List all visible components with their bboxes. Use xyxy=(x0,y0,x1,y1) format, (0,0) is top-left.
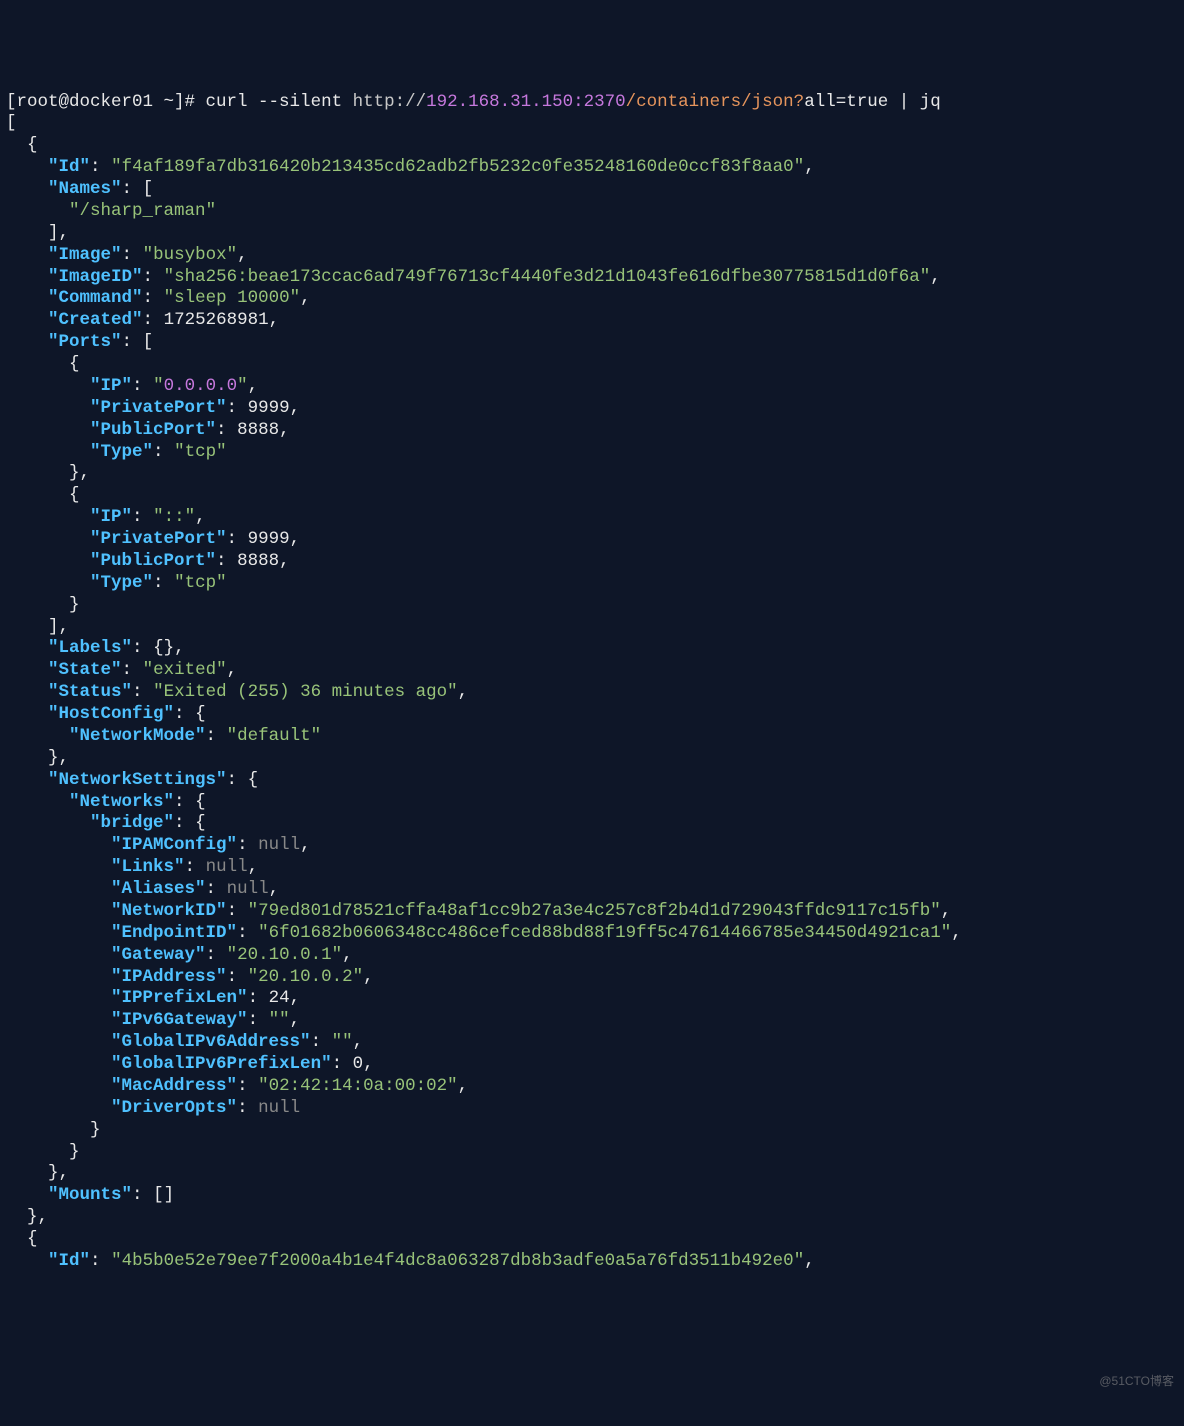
value-endpointid: 6f01682b0606348cc486cefced88bd88f19ff5c4… xyxy=(269,923,941,943)
value-port1-public: 8888 xyxy=(237,551,279,571)
key-privateport: "PrivatePort" xyxy=(90,529,227,549)
key-id: "Id" xyxy=(48,157,90,177)
key-ipprefixlen: "IPPrefixLen" xyxy=(111,988,248,1008)
key-gateway: "Gateway" xyxy=(111,945,206,965)
value-image: busybox xyxy=(153,245,227,265)
value-driveropts: null xyxy=(258,1098,300,1118)
key-publicport: "PublicPort" xyxy=(90,551,216,571)
value-port0-private: 9999 xyxy=(248,398,290,418)
url-query: all=true xyxy=(804,92,888,112)
key-privateport: "PrivatePort" xyxy=(90,398,227,418)
key-state: "State" xyxy=(48,660,122,680)
key-command: "Command" xyxy=(48,288,143,308)
key-publicport: "PublicPort" xyxy=(90,420,216,440)
value-ipprefixlen: 24 xyxy=(269,988,290,1008)
value-networkid: 79ed801d78521cffa48af1cc9b27a3e4c257c8f2… xyxy=(258,901,930,921)
value-port0-public: 8888 xyxy=(237,420,279,440)
key-networkid: "NetworkID" xyxy=(111,901,227,921)
key-image: "Image" xyxy=(48,245,122,265)
key-mounts: "Mounts" xyxy=(48,1185,132,1205)
key-links: "Links" xyxy=(111,857,185,877)
key-names: "Names" xyxy=(48,179,122,199)
key-endpointid: "EndpointID" xyxy=(111,923,237,943)
key-ip: "IP" xyxy=(90,507,132,527)
value-imageid: sha256:beae173ccac6ad749f76713cf4440fe3d… xyxy=(174,267,920,287)
value-port1-ip: :: xyxy=(164,507,185,527)
value-mounts: [] xyxy=(153,1185,174,1205)
key-id-next: "Id" xyxy=(48,1251,90,1271)
value-name-0: /sharp_raman xyxy=(80,201,206,221)
key-hostconfig: "HostConfig" xyxy=(48,704,174,724)
json-array-open: [ xyxy=(6,113,17,133)
value-networkmode: default xyxy=(237,726,311,746)
key-ipaddress: "IPAddress" xyxy=(111,967,227,987)
value-created: 1725268981 xyxy=(164,310,269,330)
value-ipaddress: 20.10.0.2 xyxy=(258,967,353,987)
value-labels: {}, xyxy=(153,638,185,658)
value-aliases: null xyxy=(227,879,269,899)
value-macaddress: 02:42:14:0a:00:02 xyxy=(269,1076,448,1096)
key-ports: "Ports" xyxy=(48,332,122,352)
value-port0-ip: 0.0.0.0 xyxy=(164,376,238,396)
value-state: exited xyxy=(153,660,216,680)
json-obj-open: { xyxy=(27,135,38,155)
watermark: @51CTO博客 xyxy=(1099,1374,1174,1389)
key-ip: "IP" xyxy=(90,376,132,396)
value-command: sleep 10000 xyxy=(174,288,290,308)
key-networksettings: "NetworkSettings" xyxy=(48,770,227,790)
value-port1-private: 9999 xyxy=(248,529,290,549)
key-ipv6gateway: "IPv6Gateway" xyxy=(111,1010,248,1030)
key-labels: "Labels" xyxy=(48,638,132,658)
value-ipamconfig: null xyxy=(258,835,300,855)
shell-prompt: [root@docker01 ~]# xyxy=(6,92,195,112)
pipe-jq: | jq xyxy=(888,92,941,112)
key-created: "Created" xyxy=(48,310,143,330)
value-links: null xyxy=(206,857,248,877)
terminal-output: [root@docker01 ~]# curl --silent http://… xyxy=(6,92,1178,1273)
key-macaddress: "MacAddress" xyxy=(111,1076,237,1096)
key-networkmode: "NetworkMode" xyxy=(69,726,206,746)
value-gateway: 20.10.0.1 xyxy=(237,945,332,965)
key-aliases: "Aliases" xyxy=(111,879,206,899)
value-globalipv6prefixlen: 0 xyxy=(353,1054,364,1074)
key-driveropts: "DriverOpts" xyxy=(111,1098,237,1118)
key-status: "Status" xyxy=(48,682,132,702)
key-type: "Type" xyxy=(90,573,153,593)
url-scheme: http:// xyxy=(353,92,427,112)
value-port1-type: tcp xyxy=(185,573,217,593)
value-port0-type: tcp xyxy=(185,442,217,462)
value-id-next: 4b5b0e52e79ee7f2000a4b1e4f4dc8a063287db8… xyxy=(122,1251,794,1271)
value-id: f4af189fa7db316420b213435cd62adb2fb5232c… xyxy=(122,157,794,177)
key-bridge: "bridge" xyxy=(90,813,174,833)
url-host: 192.168.31.150:2370 xyxy=(426,92,626,112)
key-globalipv6address: "GlobalIPv6Address" xyxy=(111,1032,311,1052)
key-globalipv6prefixlen: "GlobalIPv6PrefixLen" xyxy=(111,1054,332,1074)
key-type: "Type" xyxy=(90,442,153,462)
command: curl --silent xyxy=(206,92,343,112)
url-path: /containers/json? xyxy=(626,92,805,112)
key-ipamconfig: "IPAMConfig" xyxy=(111,835,237,855)
key-imageid: "ImageID" xyxy=(48,267,143,287)
key-networks: "Networks" xyxy=(69,792,174,812)
value-status: Exited (255) 36 minutes ago xyxy=(164,682,448,702)
